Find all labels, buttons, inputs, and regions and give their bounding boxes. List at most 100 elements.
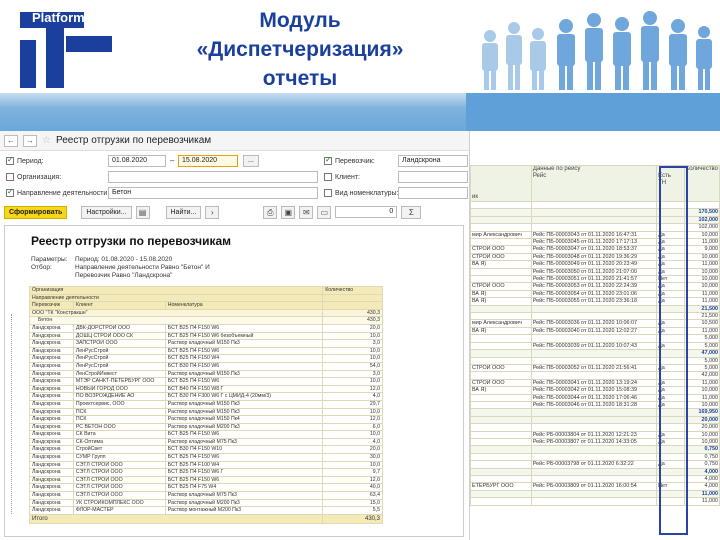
table-row[interactable]: Ландскрона СЭТЛ СТРОЙ ООО Раствор кладочны… — [29, 491, 383, 500]
forward-button[interactable]: → — [23, 134, 37, 147]
client-cell: ДВК-ДОРСТРОЙ ООО — [72, 323, 166, 333]
qty-cell: 5,5 — [322, 506, 383, 515]
trip-client-cell — [470, 408, 532, 417]
trip-qty-cell: 0,750 — [683, 445, 720, 454]
logo-stem — [46, 26, 64, 88]
table-row[interactable]: Ландскрона НОВЫЙ ГОРОД ООО БСТ В40 П4 F150… — [29, 384, 383, 394]
trip-qty-cell: 20,000 — [683, 415, 720, 425]
trip-name-cell — [530, 474, 658, 484]
table-row[interactable]: Ландскрона ПО ВОЗРОЖДЕНИЕ АО БСТ В30 П4 F3… — [29, 392, 383, 401]
table-row[interactable]: Ландскрона ПСК Раствор кладочный М150 Пк3 1… — [29, 407, 383, 417]
variant-icon[interactable]: ▤ — [135, 205, 150, 219]
trip-qty-cell: 5,000 — [683, 356, 720, 365]
find-button[interactable]: Найти... — [165, 205, 202, 219]
total-qty: 430,3 — [322, 513, 383, 524]
carrier-cell: Ландскрона — [29, 331, 74, 341]
table-row[interactable]: Ландскрона СЭТЛ СТРОЙ ООО БСТ В25 П4 F100 … — [29, 460, 383, 470]
sum-button[interactable]: Σ — [401, 205, 422, 219]
table-row[interactable]: Ландскрона Проектсервис, ООО Раствор кладо… — [29, 399, 383, 409]
table-row[interactable]: Ландскрона МТЭР САНКТ-ПЕТЕРБУРГ ООО БСТ В2… — [29, 377, 383, 386]
table-row[interactable]: Ландскрона ЛенРусСтрой БСТ В25 П4 F150 W6 1… — [29, 346, 383, 356]
trip-client-cell: мир Александрович — [470, 319, 532, 328]
trip-qty-cell: 170,500 — [683, 208, 720, 217]
direction-checkbox[interactable] — [6, 187, 14, 197]
table-row[interactable]: Ландскрона СтройСвет БСТ В30 П4 F150 W10 20… — [29, 445, 383, 455]
trip-qty-cell: 10,000 — [683, 437, 720, 447]
trip-qty-cell: 4,000 — [683, 482, 720, 491]
table-row[interactable]: Ландскрона СУМР Групп БСТ В25 П4 F150 W6 30… — [29, 453, 383, 462]
carrier-cell: Ландскрона — [29, 361, 74, 371]
trip-name-cell: Рейс ПБ-00003044 от 01.11.2020 17:06:46 — [530, 393, 658, 402]
trip-name-cell — [530, 349, 658, 358]
table-row[interactable]: Ландскрона ЛенСтройИнвест Раствор кладочны… — [29, 369, 383, 379]
col-nomen: Номенклатура — [164, 301, 324, 310]
org-group-row[interactable]: ООО "ТК "Констракшн" 430,3 — [28, 308, 383, 318]
nomen-input[interactable] — [398, 187, 468, 199]
client-checkbox[interactable] — [324, 173, 332, 181]
trip-qty-cell: 10,000 — [683, 267, 720, 277]
back-button[interactable]: ← — [4, 134, 18, 147]
dir-group-row[interactable]: Бетон 430,3 — [28, 316, 383, 325]
period-label: Период: — [17, 157, 44, 165]
carrier-cell: Ландскрона — [29, 346, 74, 356]
trip-client-cell — [470, 393, 532, 402]
save-icon[interactable]: ▣ — [281, 205, 296, 219]
qty-cell: 10,0 — [322, 331, 383, 341]
period-checkbox[interactable] — [6, 155, 14, 165]
table-row[interactable]: Ландскрона СК-Оптима Раствор кладочный М75… — [29, 437, 383, 447]
settings-button[interactable]: Настройки... — [81, 205, 132, 219]
nomen-cell: Раствор кладочный М75 Пк3 — [164, 491, 324, 500]
carrier-checkbox[interactable] — [324, 155, 332, 165]
trip-client-cell: ВА Я) — [470, 326, 532, 336]
generate-button[interactable]: Сформировать — [4, 205, 68, 219]
table-row[interactable]: Ландскрона ЗАПСТРОЙ ООО Раствор кладочный … — [29, 339, 383, 348]
direction-label: Направление деятельности: — [17, 189, 110, 197]
table-row[interactable]: Ландскрона УК СТРОЙКОМПЛЕКС ООО Раствор кл… — [29, 498, 383, 508]
table-row[interactable]: Ландскрона ПСК Раствор кладочный М150 Пк4 1… — [29, 415, 383, 424]
trip-client-cell — [470, 349, 532, 358]
table-row[interactable]: Ландскрона СЭТЛ СТРОЙ ООО БСТ В25 П4 F150 … — [29, 475, 383, 485]
carrier-cell: Ландскрона — [29, 475, 74, 485]
copy-icon[interactable]: ▭ — [317, 205, 332, 219]
trip-qty-cell: 11,000 — [683, 489, 720, 499]
client-input[interactable] — [398, 171, 468, 183]
total-label: Итого — [28, 513, 324, 524]
send-icon[interactable]: ✉ — [299, 205, 314, 219]
table-row[interactable]: Ландскрона ФЛОР-МАСТЕР Раствор монтажный М… — [29, 506, 383, 515]
period-from-input[interactable]: 01.08.2020 — [108, 155, 166, 167]
report-params: Параметры: Период: 01.08.2020 - 15.08.202… — [31, 256, 172, 263]
dir-qty: 430,3 — [322, 316, 383, 325]
direction-input[interactable]: Бетон — [108, 187, 318, 199]
table-row[interactable]: Ландскрона РС ВЕТОН ООО Раствор кладочный … — [29, 422, 383, 432]
carrier-cell: Ландскрона — [29, 415, 74, 424]
table-row[interactable]: Ландскрона СК Вита БСТ В25 П4 F150 W6 10,0 — [29, 430, 383, 439]
org-label: Организация: — [17, 173, 62, 181]
table-row[interactable]: Ландскрона ДОШЦ СТРОЙ ООО СК БСТ В25 П4 F1… — [29, 331, 383, 341]
favorite-star-icon[interactable]: ☆ — [42, 135, 51, 146]
carrier-input[interactable]: Ландскрона — [398, 155, 468, 167]
trip-name-cell — [530, 452, 658, 462]
client-cell: ЛенРусСтрой — [72, 354, 166, 363]
trip-qty-cell: 42,000 — [683, 371, 720, 380]
table-row[interactable]: Ландскрона ЛенРусСтрой БСТ В30 П4 F150 W6 5… — [29, 361, 383, 371]
title-line-1: Модуль — [259, 9, 341, 32]
client-cell: ПСК — [72, 407, 166, 417]
client-cell: ЛенСтройИнвест — [72, 369, 166, 379]
nomen-cell: БСТ В30 П4 F300 W6 Г с ЦМИД-4 (20мм/3) — [164, 392, 324, 401]
counter-field[interactable]: 0 — [335, 206, 398, 218]
find-next-icon[interactable]: › — [205, 205, 220, 219]
print-icon[interactable]: ⎙ — [263, 205, 278, 219]
nomen-checkbox[interactable] — [324, 189, 332, 197]
nomen-cell: Раствор кладочный М150 Пк3 — [164, 407, 324, 417]
table-row[interactable]: Ландскрона ДВК-ДОРСТРОЙ ООО БСТ В25 П4 F15… — [29, 323, 383, 333]
period-select-button[interactable]: ... — [243, 155, 259, 167]
table-row[interactable]: Ландскрона ЛенРусСтрой БСТ В25 П4 F150 W4 1… — [29, 354, 383, 363]
org-checkbox[interactable] — [6, 173, 14, 181]
trip-client-cell: СТРОЙ ООО — [470, 245, 532, 254]
table-row[interactable]: Ландскрона СЭТЛ СТРОЙ ООО БСТ В25 П4 F150 … — [29, 468, 383, 477]
org-input[interactable] — [108, 171, 318, 183]
carrier-cell: Ландскрона — [29, 339, 74, 348]
table-row[interactable]: Ландскрона СЭТЛ СТРОЙ ООО БСТ В25 П4 F75 W… — [29, 483, 383, 493]
client-cell: СтройСвет — [72, 445, 166, 455]
period-to-input[interactable]: 15.08.2020 — [178, 155, 238, 167]
